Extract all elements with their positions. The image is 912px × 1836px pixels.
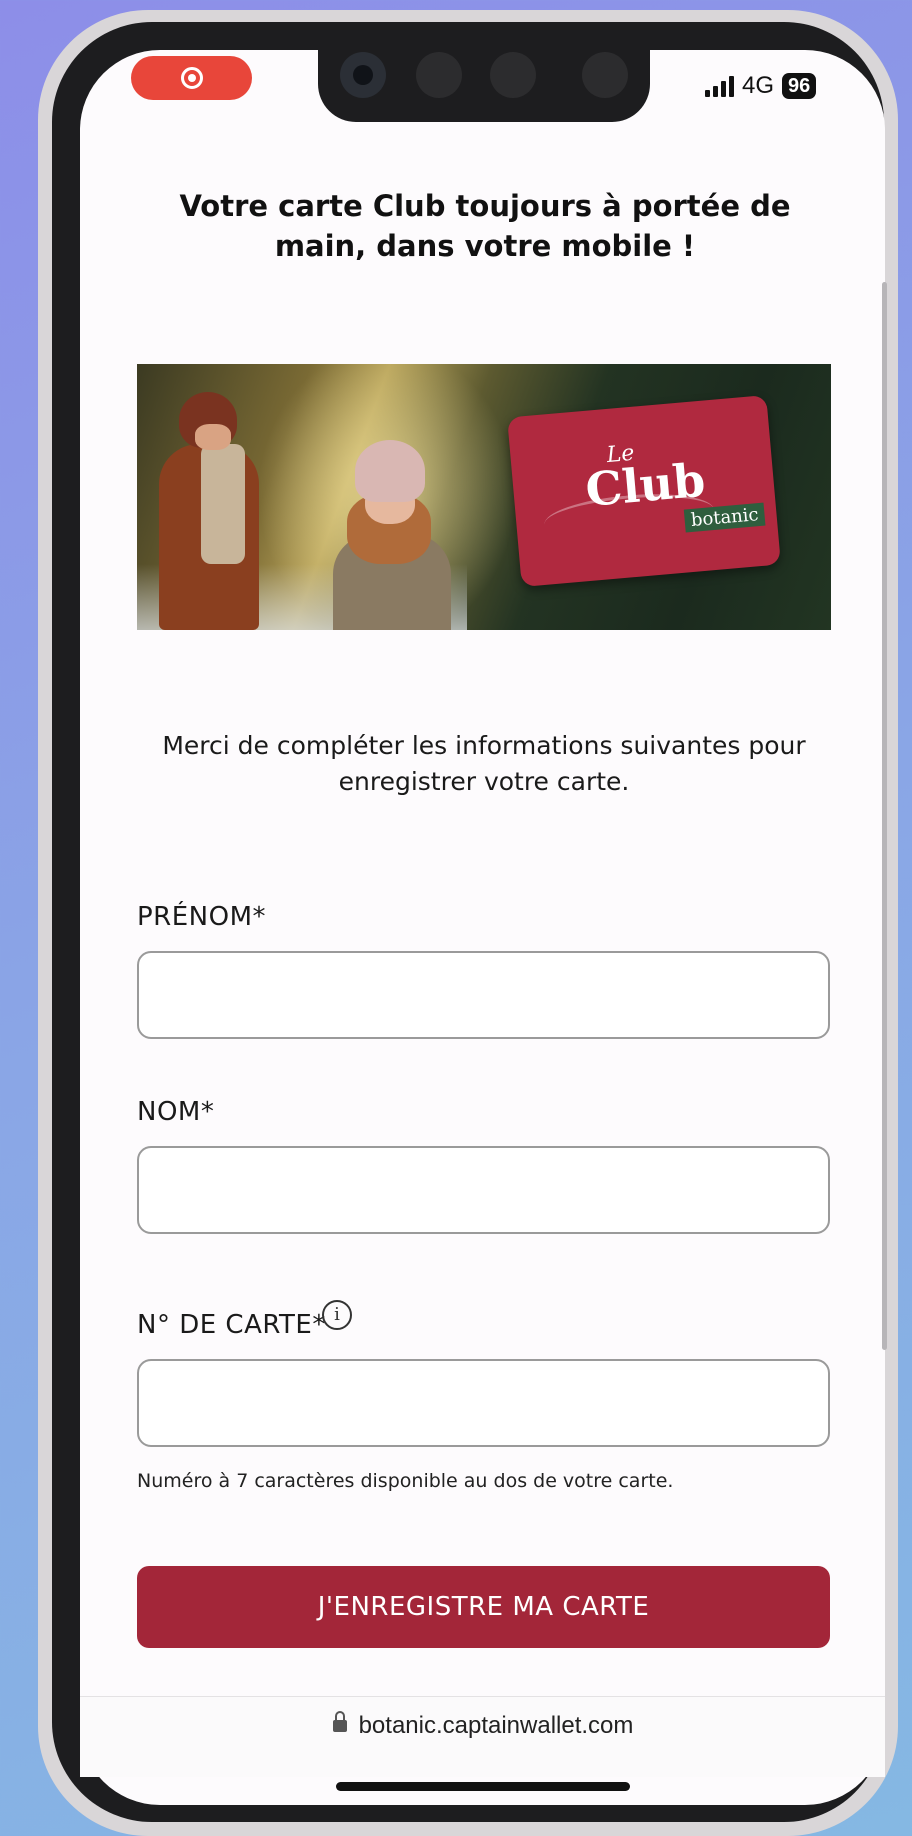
page-title: Votre carte Club toujours à portée de ma… [179, 189, 791, 263]
card-number-hint: Numéro à 7 caractères disponible au dos … [137, 1470, 674, 1492]
status-bar-right: 4G 96 [705, 70, 817, 102]
lock-icon [332, 1711, 347, 1734]
card-number-label: N° DE CARTE* [137, 1310, 326, 1340]
club-banner-image: Le Club botanic [137, 364, 831, 630]
camera-icon [340, 52, 386, 98]
sensor-dot [582, 52, 628, 98]
form-intro: Merci de compléter les informations suiv… [162, 731, 806, 796]
last-name-label: NOM* [137, 1097, 215, 1127]
scarf [201, 444, 245, 564]
screen-recording-indicator[interactable] [131, 56, 252, 100]
girl-hat [355, 440, 425, 502]
scrollbar[interactable] [882, 282, 887, 1350]
card-club-text: Club [583, 452, 708, 517]
card-number-field[interactable] [137, 1359, 830, 1447]
home-indicator[interactable] [336, 1782, 630, 1791]
sensor-dot [416, 52, 462, 98]
battery-level: 96 [782, 73, 817, 99]
club-card-logo: Le Club botanic [507, 394, 781, 588]
info-icon[interactable]: i [322, 1300, 352, 1330]
register-card-button[interactable]: J'ENREGISTRE MA CARTE [137, 1566, 830, 1648]
network-type: 4G [742, 72, 775, 99]
url-text: botanic.captainwallet.com [358, 1712, 634, 1739]
boy-face [195, 424, 231, 450]
url-display[interactable]: botanic.captainwallet.com [0, 1711, 912, 1740]
signal-bars-icon [705, 75, 734, 97]
sensor-dot [490, 52, 536, 98]
first-name-field[interactable] [137, 951, 830, 1039]
record-icon [180, 67, 203, 89]
notch [318, 28, 650, 122]
last-name-field[interactable] [137, 1146, 830, 1234]
first-name-label: PRÉNOM* [137, 902, 267, 932]
